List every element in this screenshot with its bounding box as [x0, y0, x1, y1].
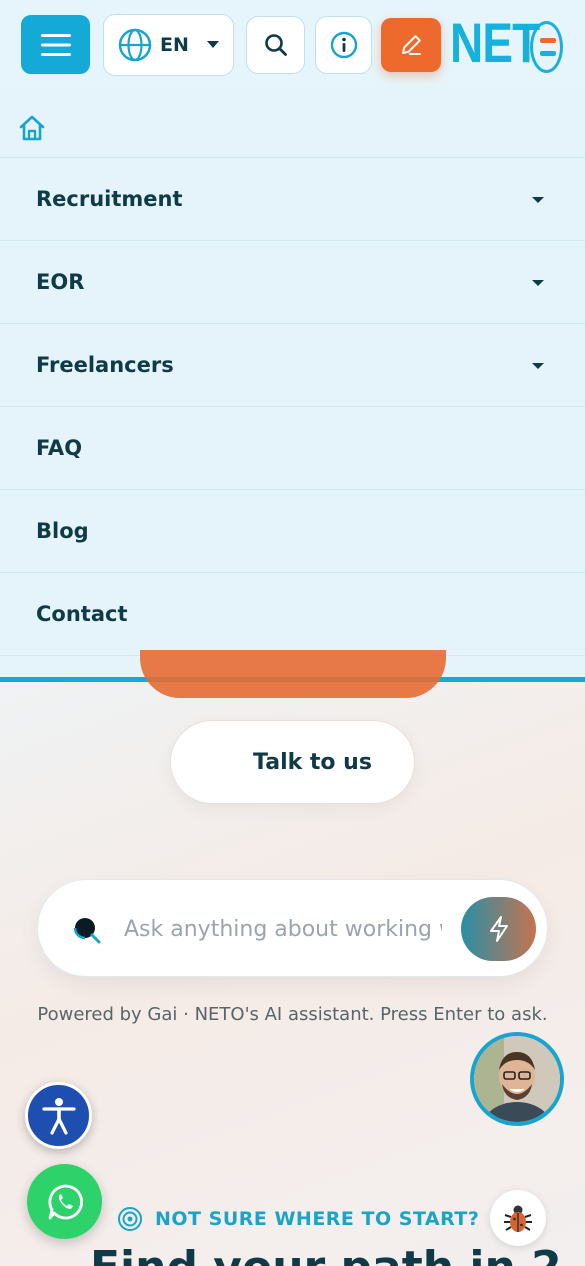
ai-ask-bar — [37, 879, 548, 977]
hamburger-menu-button[interactable] — [21, 15, 90, 74]
not-sure-eyebrow: NOT SURE WHERE TO START? — [117, 1206, 479, 1232]
menu-item-label: FAQ — [36, 436, 83, 460]
ask-submit-button[interactable] — [461, 897, 536, 961]
whatsapp-icon — [48, 1184, 83, 1219]
search-icon — [264, 34, 287, 56]
menu-item-label: Contact — [36, 602, 128, 626]
menu-item-label: Recruitment — [36, 187, 183, 211]
menu-item-eor[interactable]: EOR — [0, 241, 585, 324]
caret-down-icon — [206, 41, 219, 48]
target-icon — [118, 1207, 142, 1231]
caret-down-icon — [532, 363, 544, 369]
powered-by-text: Powered by Gai · NETO's AI assistant. Pr… — [37, 1004, 548, 1025]
menu-item-label: EOR — [36, 270, 85, 294]
talk-to-us-button[interactable]: Talk to us — [170, 720, 415, 804]
accessibility-icon — [41, 1097, 76, 1135]
assistant-avatar[interactable] — [470, 1032, 564, 1126]
menu-item-blog[interactable]: Blog — [0, 490, 585, 573]
assistant-avatar-image — [474, 1036, 560, 1122]
menu-item-freelancers[interactable]: Freelancers — [0, 324, 585, 407]
menu-item-contact[interactable]: Contact — [0, 573, 585, 656]
nav-menu-panel: Recruitment EOR Freelancers FAQ Blog Con… — [0, 86, 585, 682]
caret-down-icon — [532, 280, 544, 286]
menu-item-faq[interactable]: FAQ — [0, 407, 585, 490]
info-icon — [330, 31, 357, 59]
search-icon — [73, 918, 101, 944]
menu-item-label: Freelancers — [36, 353, 174, 377]
bug-report-button[interactable] — [490, 1190, 546, 1246]
home-icon[interactable] — [18, 114, 46, 142]
neto-logo[interactable]: NET — [450, 12, 570, 74]
menu-item-recruitment[interactable]: Recruitment — [0, 158, 585, 241]
logo-text: NET — [450, 11, 540, 74]
globe-icon — [118, 28, 152, 62]
edit-button[interactable] — [381, 18, 441, 72]
hamburger-icon — [40, 33, 71, 56]
pencil-icon — [402, 35, 421, 55]
accessibility-button[interactable] — [25, 1082, 92, 1149]
bug-icon — [504, 1205, 532, 1232]
section-heading: Find your path in 2 — [90, 1246, 562, 1266]
talk-to-us-label: Talk to us — [253, 749, 372, 775]
lightning-icon — [489, 916, 508, 942]
search-button[interactable] — [246, 16, 305, 74]
not-sure-label: NOT SURE WHERE TO START? — [155, 1208, 480, 1230]
language-label: EN — [160, 34, 189, 56]
info-button[interactable] — [315, 16, 372, 74]
home-row — [0, 86, 585, 158]
menu-item-label: Blog — [36, 519, 89, 543]
language-selector[interactable]: EN — [103, 14, 234, 76]
ask-input[interactable] — [124, 910, 442, 948]
caret-down-icon — [532, 197, 544, 203]
logo-o-mark — [530, 21, 563, 73]
site-header: EN NET — [0, 0, 585, 86]
whatsapp-button[interactable] — [27, 1164, 102, 1239]
primary-cta-button-partial[interactable] — [140, 650, 446, 698]
